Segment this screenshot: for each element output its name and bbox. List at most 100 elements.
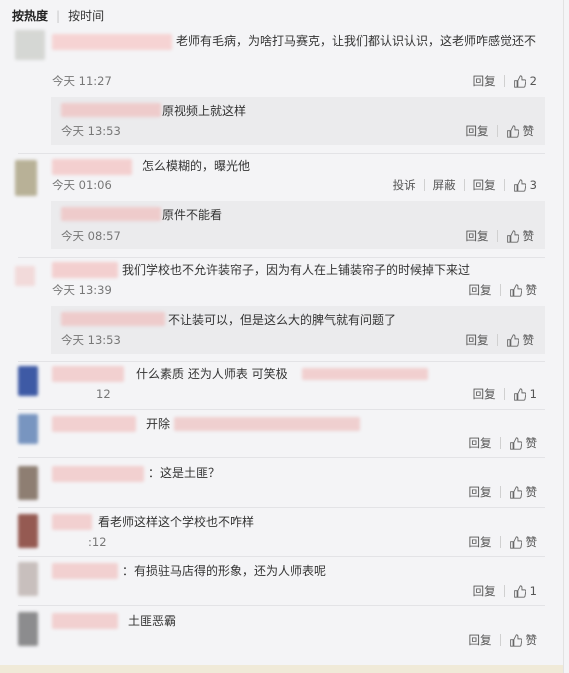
comment-divider (18, 257, 545, 258)
avatar[interactable] (18, 414, 38, 444)
reply-username[interactable] (61, 103, 161, 117)
avatar[interactable] (18, 562, 38, 596)
username[interactable] (52, 366, 124, 382)
username[interactable] (52, 416, 136, 432)
reply-button[interactable]: 回复 (469, 535, 492, 549)
sort-by-time-tab[interactable]: 按时间 (68, 7, 104, 24)
action-divider (499, 486, 501, 498)
comment-divider (18, 361, 545, 362)
like-button[interactable]: 3 (513, 178, 537, 192)
like-count: 赞 (522, 333, 535, 347)
action-divider (499, 284, 501, 296)
comment-text: 我们学校也不允许装帘子，因为有人在上铺装帘子的时候掉下来过 (122, 263, 471, 277)
avatar[interactable] (18, 514, 38, 548)
avatar[interactable] (15, 30, 45, 60)
avatar[interactable] (18, 466, 38, 500)
like-count: 赞 (522, 229, 535, 243)
comment-divider (18, 507, 545, 508)
comment-actions: 回复 赞 (469, 283, 538, 297)
reply-button[interactable]: 回复 (466, 124, 489, 138)
reply-button[interactable]: 回复 (469, 633, 492, 647)
comment-text: 开除 (146, 417, 171, 431)
like-button[interactable]: 赞 (509, 283, 538, 297)
comment-divider (18, 409, 545, 410)
like-button[interactable]: 赞 (506, 333, 535, 347)
like-button[interactable]: 2 (513, 74, 537, 88)
like-button[interactable]: 1 (513, 584, 537, 598)
comment-actions: 回复 赞 (469, 436, 538, 450)
like-count: 1 (529, 387, 537, 401)
like-count: 赞 (525, 535, 538, 549)
comment-text: 老师有毛病，为啥打马赛克，让我们都认识认识，这老师咋感觉还不 (176, 34, 537, 48)
comment-actions: 回复 2 (473, 74, 537, 88)
avatar[interactable] (15, 266, 35, 286)
username[interactable] (52, 613, 118, 629)
comment-text: ：这是土匪？ (148, 466, 221, 480)
thumb-up-icon (509, 535, 522, 549)
comment-time: 今天 01:06 (52, 178, 112, 192)
like-button[interactable]: 1 (513, 387, 537, 401)
comment-time: :12 (88, 535, 107, 549)
comment-panel: 按热度 | 按时间 老师有毛病，为啥打马赛克，让我们都认识认识，这老师咋感觉还不… (0, 0, 564, 673)
thumb-up-icon (509, 436, 522, 450)
reply-username[interactable] (61, 207, 161, 221)
block-button[interactable]: 屏蔽 (433, 178, 456, 192)
reply-actions: 回复 赞 (466, 229, 535, 243)
like-count: 赞 (522, 124, 535, 138)
like-button[interactable]: 赞 (506, 124, 535, 138)
comment-time: 今天 11:27 (52, 74, 112, 88)
action-divider (496, 230, 498, 242)
action-divider (496, 125, 498, 137)
comment-text: 什么素质 还为人师表 可笑极 (136, 367, 288, 381)
like-button[interactable]: 赞 (509, 535, 538, 549)
username[interactable] (52, 34, 172, 50)
username[interactable] (52, 563, 118, 579)
reply-button[interactable]: 回复 (469, 485, 492, 499)
like-count: 赞 (525, 633, 538, 647)
sort-by-hot-tab[interactable]: 按热度 (12, 7, 48, 24)
thumb-up-icon (509, 485, 522, 499)
like-button[interactable]: 赞 (509, 633, 538, 647)
action-divider (503, 179, 505, 191)
reply-time: 今天 13:53 (61, 124, 121, 138)
action-divider (503, 388, 505, 400)
like-count: 赞 (525, 283, 538, 297)
like-button[interactable]: 赞 (509, 485, 538, 499)
avatar[interactable] (18, 612, 38, 646)
thumb-up-icon (506, 229, 519, 243)
reply-button[interactable]: 回复 (466, 333, 489, 347)
reply-text: 原件不能看 (162, 208, 223, 222)
username[interactable] (52, 159, 132, 175)
action-divider (423, 179, 425, 191)
action-divider (499, 634, 501, 646)
reply-box: 不让装可以，但是这么大的脾气就有问题了 今天 13:53 回复 赞 (51, 306, 545, 354)
comment-actions: 回复 赞 (469, 535, 538, 549)
comment-text: 看老师这样这个学校也不咋样 (98, 515, 255, 529)
reply-button[interactable]: 回复 (473, 178, 496, 192)
reply-button[interactable]: 回复 (473, 584, 496, 598)
like-count: 3 (529, 178, 537, 192)
report-button[interactable]: 投诉 (393, 178, 416, 192)
avatar[interactable] (15, 160, 37, 196)
comment-text-redacted (302, 368, 428, 380)
reply-time: 今天 08:57 (61, 229, 121, 243)
like-button[interactable]: 赞 (509, 436, 537, 450)
comment-actions: 回复 1 (473, 584, 537, 598)
avatar[interactable] (18, 366, 38, 396)
comment-divider (18, 556, 545, 557)
reply-button[interactable]: 回复 (469, 283, 492, 297)
reply-button[interactable]: 回复 (466, 229, 489, 243)
action-divider (499, 536, 501, 548)
username[interactable] (52, 466, 144, 482)
reply-username[interactable] (61, 312, 165, 326)
reply-button[interactable]: 回复 (473, 387, 496, 401)
username[interactable] (52, 514, 92, 530)
reply-button[interactable]: 回复 (469, 436, 492, 450)
like-count: 赞 (525, 485, 538, 499)
username[interactable] (52, 262, 118, 278)
like-button[interactable]: 赞 (506, 229, 535, 243)
sort-bar: 按热度 | 按时间 (12, 7, 104, 24)
comment-actions: 回复 赞 (469, 485, 538, 499)
comment-actions: 投诉 屏蔽 回复 3 (393, 178, 537, 192)
reply-button[interactable]: 回复 (473, 74, 496, 88)
